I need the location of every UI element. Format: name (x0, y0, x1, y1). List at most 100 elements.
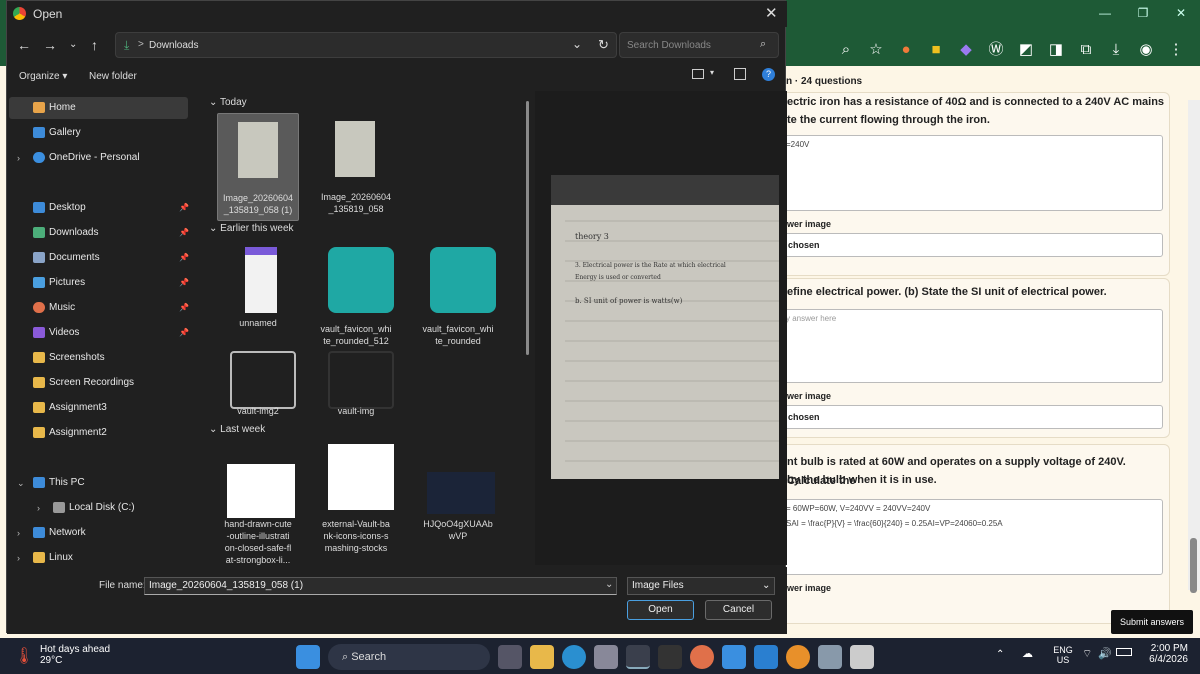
file-item[interactable]: external-Vault-ba nk-icons-icons-s mashi… (315, 440, 397, 553)
extension-icon[interactable]: ◩ (1016, 40, 1036, 60)
address-bar[interactable]: ⤓ > Downloads ⌄ ↻ (115, 32, 617, 58)
close-icon[interactable]: ✕ (765, 4, 778, 22)
group-header-today[interactable]: ⌄ Today (209, 97, 247, 108)
group-header-last-week[interactable]: ⌄ Last week (209, 424, 265, 435)
help-icon[interactable]: ? (762, 68, 775, 81)
puzzle-icon[interactable]: ⧉ (1076, 40, 1096, 60)
weather-widget[interactable]: Hot days ahead 29°C (40, 644, 110, 666)
firefox-icon[interactable] (690, 645, 714, 669)
menu-icon[interactable]: ⋮ (1166, 40, 1186, 60)
filetype-select[interactable]: Image Files ⌄ (627, 577, 775, 595)
new-folder-button[interactable]: New folder (89, 71, 137, 82)
sidebar-item-onedrive[interactable]: › OneDrive - Personal (9, 147, 188, 169)
sidebar-item-gallery[interactable]: Gallery (9, 122, 188, 144)
profile-icon[interactable]: ◉ (1136, 40, 1156, 60)
file-item[interactable]: vault-img (315, 343, 397, 451)
cancel-button[interactable]: Cancel (705, 600, 772, 620)
chevron-right-icon[interactable]: › (17, 522, 20, 544)
extension-icon[interactable]: ● (896, 40, 916, 60)
filename-input[interactable]: Image_20260604_135819_058 (1) (144, 577, 617, 595)
file-item[interactable]: HJQoO4gXUAAb wVP (417, 440, 499, 548)
sidebar-item-documents[interactable]: Documents 📌 (9, 247, 189, 269)
page-scrollbar[interactable] (1188, 100, 1200, 593)
edge-icon[interactable] (562, 645, 586, 669)
chevron-right-icon[interactable]: › (37, 497, 40, 519)
wifi-icon[interactable]: ⌔ (1082, 647, 1092, 661)
back-arrow-icon[interactable]: ← (17, 37, 31, 53)
clock[interactable]: 2:00 PM 6/4/2026 (1112, 643, 1188, 665)
sidebar-item-local-disk[interactable]: › Local Disk (C:) (29, 497, 208, 519)
chrome-icon[interactable] (626, 645, 650, 669)
close-button[interactable]: ✕ (1162, 6, 1200, 20)
sidebar-item-screenshots[interactable]: Screenshots (9, 347, 188, 369)
task-view-icon[interactable] (498, 645, 522, 669)
file-list-scrollbar[interactable] (526, 101, 529, 355)
submit-answers-button[interactable]: Submit answers (1111, 610, 1193, 634)
chevron-down-icon[interactable]: ⌄ (17, 472, 25, 494)
volume-icon[interactable]: 🔊 (1098, 647, 1112, 660)
language-indicator[interactable]: ENG US (1048, 645, 1078, 665)
view-icon[interactable] (692, 69, 704, 79)
restore-button[interactable]: ❐ (1124, 6, 1162, 20)
extension-icon[interactable]: ◆ (956, 40, 976, 60)
file-item[interactable]: unnamed (217, 239, 299, 347)
app-icon[interactable] (786, 645, 810, 669)
file-item[interactable]: vault_favicon_whi te_rounded (417, 239, 499, 347)
windows-start-icon[interactable] (296, 645, 320, 669)
file-item[interactable]: vault_favicon_whi te_rounded_512 (315, 239, 397, 347)
file-item[interactable]: hand-drawn-cute -outline-illustrati on-c… (217, 440, 299, 565)
open-button[interactable]: Open (627, 600, 694, 620)
chevron-right-icon[interactable]: › (17, 147, 20, 169)
chevron-down-icon[interactable]: ⌄ (572, 37, 582, 51)
chevron-up-icon[interactable]: ⌃ (996, 649, 1004, 660)
sidebar-item-assignment3[interactable]: Assignment3 (9, 397, 188, 419)
minimize-button[interactable]: — (1086, 6, 1124, 20)
forward-arrow-icon[interactable]: → (43, 37, 57, 53)
sidebar-item-screen-recordings[interactable]: Screen Recordings (9, 372, 188, 394)
sidebar-item-assignment2[interactable]: Assignment2 (9, 422, 188, 444)
scroll-thumb[interactable] (1190, 538, 1197, 593)
store-icon[interactable] (594, 645, 618, 669)
sidebar-item-network[interactable]: › Network (9, 522, 188, 544)
settings-icon[interactable] (818, 645, 842, 669)
extension-icon[interactable]: Ⓦ (986, 40, 1006, 60)
sidebar-item-music[interactable]: Music 📌 (9, 297, 189, 319)
organize-button[interactable]: Organize ▾ (19, 71, 67, 82)
sidebar-item-downloads[interactable]: Downloads 📌 (9, 222, 189, 244)
notepad-icon[interactable] (722, 645, 746, 669)
chevron-down-icon[interactable]: ⌄ (69, 39, 77, 50)
breadcrumb-downloads[interactable]: Downloads (149, 40, 198, 51)
file-explorer-icon[interactable] (530, 645, 554, 669)
sidebar-item-this-pc[interactable]: ⌄ This PC (9, 472, 188, 494)
taskbar-search[interactable]: ⌕ Search (328, 644, 490, 670)
answer-textarea[interactable]: y answer here (781, 309, 1163, 383)
zoom-icon[interactable]: ⌕ (836, 40, 856, 60)
terminal-icon[interactable] (658, 645, 682, 669)
chevron-right-icon[interactable]: › (17, 547, 20, 569)
group-header-earlier[interactable]: ⌄ Earlier this week (209, 223, 294, 234)
sidebar-item-videos[interactable]: Videos 📌 (9, 322, 189, 344)
chevron-down-icon[interactable]: ⌄ (605, 579, 613, 590)
cloud-icon[interactable]: ☁ (1022, 647, 1033, 660)
extension-icon[interactable]: ■ (926, 40, 946, 60)
extension-icon[interactable]: ◨ (1046, 40, 1066, 60)
app-icon[interactable] (850, 645, 874, 669)
sidebar-item-home[interactable]: Home (9, 97, 188, 119)
vscode-icon[interactable] (754, 645, 778, 669)
sidebar-item-pictures[interactable]: Pictures 📌 (9, 272, 189, 294)
answer-textarea[interactable]: = 60WP=60W, V=240VV = 240VV=240V SAI = \… (781, 499, 1163, 575)
sidebar-item-linux[interactable]: › Linux (9, 547, 188, 569)
sidebar-item-desktop[interactable]: Desktop 📌 (9, 197, 189, 219)
answer-textarea[interactable]: =240V (781, 135, 1163, 211)
file-item[interactable]: Image_20260604 _135819_058 (1) (217, 113, 299, 221)
preview-pane-icon[interactable] (734, 68, 746, 80)
image-file-input[interactable]: chosen (781, 405, 1163, 429)
download-icon[interactable]: ⤓ (1106, 40, 1126, 60)
star-icon[interactable]: ☆ (866, 40, 886, 60)
chevron-down-icon[interactable]: ▾ (710, 68, 714, 77)
image-file-input[interactable]: chosen (781, 233, 1163, 257)
search-input[interactable]: Search Downloads ⌕ (619, 32, 779, 58)
up-arrow-icon[interactable]: ↑ (91, 37, 98, 53)
refresh-icon[interactable]: ↻ (598, 37, 609, 53)
file-item[interactable]: Image_20260604 _135819_058 (315, 113, 397, 221)
